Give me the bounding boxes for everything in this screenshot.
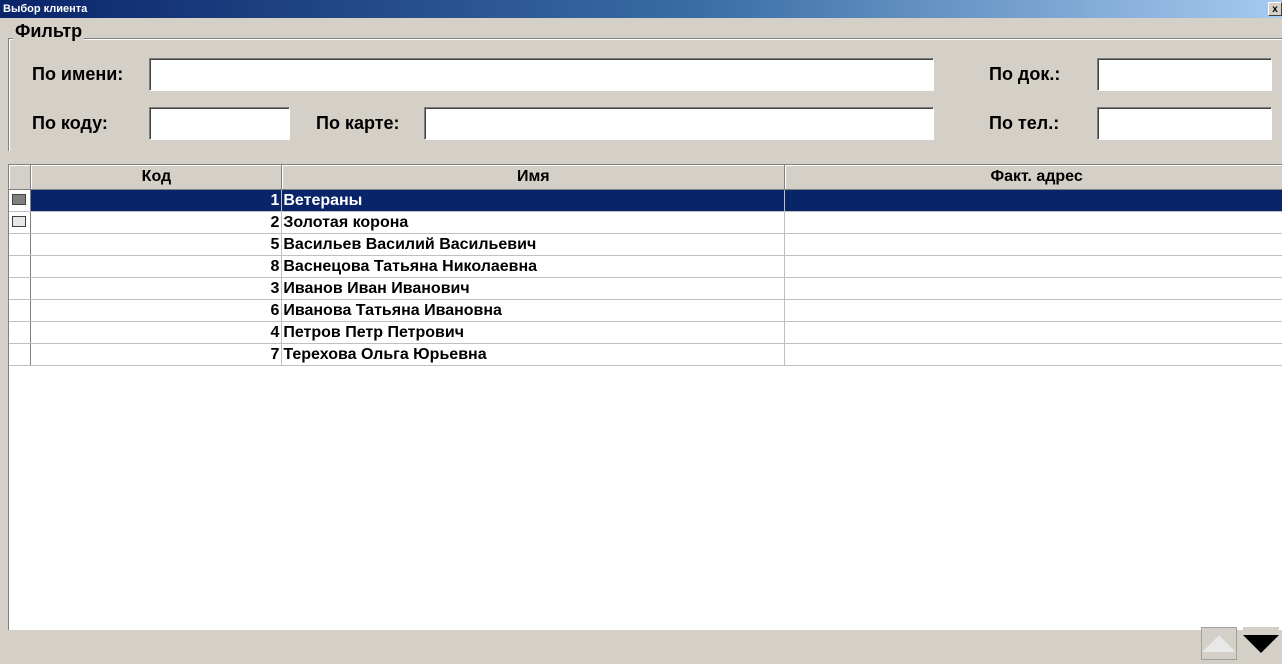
by-doc-label: По док.: — [989, 64, 1061, 84]
cell-address[interactable] — [784, 255, 1282, 278]
header-row: Код Имя Факт. адрес — [9, 165, 1282, 190]
cell-code[interactable]: 8 — [30, 255, 283, 278]
by-phone-input[interactable] — [1097, 107, 1272, 140]
cell-address[interactable] — [784, 321, 1282, 344]
filter-legend: Фильтр — [13, 20, 85, 42]
close-icon: x — [1272, 4, 1278, 15]
bottom-bar — [8, 630, 1282, 664]
row-indicator — [9, 321, 32, 344]
clients-table: Код Имя Факт. адрес 1 Ветераны 2 Золотая… — [9, 165, 1282, 366]
by-code-label: По коду: — [32, 113, 108, 133]
column-header-code[interactable]: Код — [30, 165, 283, 190]
cell-code[interactable]: 4 — [30, 321, 283, 344]
cell-name[interactable]: Васнецова Татьяна Николаевна — [281, 255, 786, 278]
table-row[interactable]: 4 Петров Петр Петрович — [9, 321, 1282, 344]
cell-name[interactable]: Золотая корона — [281, 211, 786, 234]
cell-code[interactable]: 2 — [30, 211, 283, 234]
by-card-input[interactable] — [424, 107, 934, 140]
cell-address[interactable] — [784, 233, 1282, 256]
indicator-header — [9, 165, 32, 190]
row-indicator — [9, 343, 32, 366]
cell-code[interactable]: 5 — [30, 233, 283, 256]
table-row[interactable]: 2 Золотая корона — [9, 211, 1282, 234]
cell-code[interactable]: 7 — [30, 343, 283, 366]
table-row[interactable]: 1 Ветераны — [9, 189, 1282, 212]
by-code-input[interactable] — [149, 107, 290, 140]
cell-address[interactable] — [784, 277, 1282, 300]
column-header-address[interactable]: Факт. адрес — [784, 165, 1282, 190]
table-row[interactable]: 8 Васнецова Татьяна Николаевна — [9, 255, 1282, 278]
clients-grid[interactable]: Код Имя Факт. адрес 1 Ветераны 2 Золотая… — [8, 164, 1282, 631]
table-row[interactable]: 6 Иванова Татьяна Ивановна — [9, 299, 1282, 322]
cell-name[interactable]: Иванов Иван Иванович — [281, 277, 786, 300]
row-indicator — [9, 277, 32, 300]
cell-code[interactable]: 6 — [30, 299, 283, 322]
cell-name[interactable]: Ветераны — [281, 189, 786, 212]
cell-name[interactable]: Терехова Ольга Юрьевна — [281, 343, 786, 366]
cell-name[interactable]: Петров Петр Петрович — [281, 321, 786, 344]
cell-name[interactable]: Васильев Василий Васильевич — [281, 233, 786, 256]
cell-code[interactable]: 3 — [30, 277, 283, 300]
cell-address[interactable] — [784, 299, 1282, 322]
by-card-label: По карте: — [316, 113, 400, 133]
by-doc-input[interactable] — [1097, 58, 1272, 91]
folder-icon — [12, 194, 26, 205]
window-title: Выбор клиента — [3, 3, 88, 15]
by-phone-label: По тел.: — [989, 113, 1060, 133]
row-indicator — [9, 233, 32, 256]
row-indicator — [9, 211, 32, 234]
cell-address[interactable] — [784, 343, 1282, 366]
table-row[interactable]: 5 Васильев Василий Васильевич — [9, 233, 1282, 256]
title-bar: Выбор клиента x — [0, 0, 1282, 18]
table-row[interactable]: 3 Иванов Иван Иванович — [9, 277, 1282, 300]
scroll-down-button[interactable] — [1243, 627, 1279, 660]
table-row[interactable]: 7 Терехова Ольга Юрьевна — [9, 343, 1282, 366]
arrow-down-icon — [1243, 634, 1279, 653]
cell-code[interactable]: 1 — [30, 189, 283, 212]
row-indicator — [9, 189, 32, 212]
by-name-input[interactable] — [149, 58, 934, 91]
close-button[interactable]: x — [1268, 2, 1282, 16]
row-indicator — [9, 255, 32, 278]
column-header-name[interactable]: Имя — [281, 165, 786, 190]
arrow-up-icon — [1202, 635, 1236, 652]
folder-icon — [12, 216, 26, 227]
cell-address[interactable] — [784, 189, 1282, 212]
scroll-up-button[interactable] — [1201, 627, 1237, 660]
cell-name[interactable]: Иванова Татьяна Ивановна — [281, 299, 786, 322]
cell-address[interactable] — [784, 211, 1282, 234]
by-name-label: По имени: — [32, 64, 124, 84]
row-indicator — [9, 299, 32, 322]
